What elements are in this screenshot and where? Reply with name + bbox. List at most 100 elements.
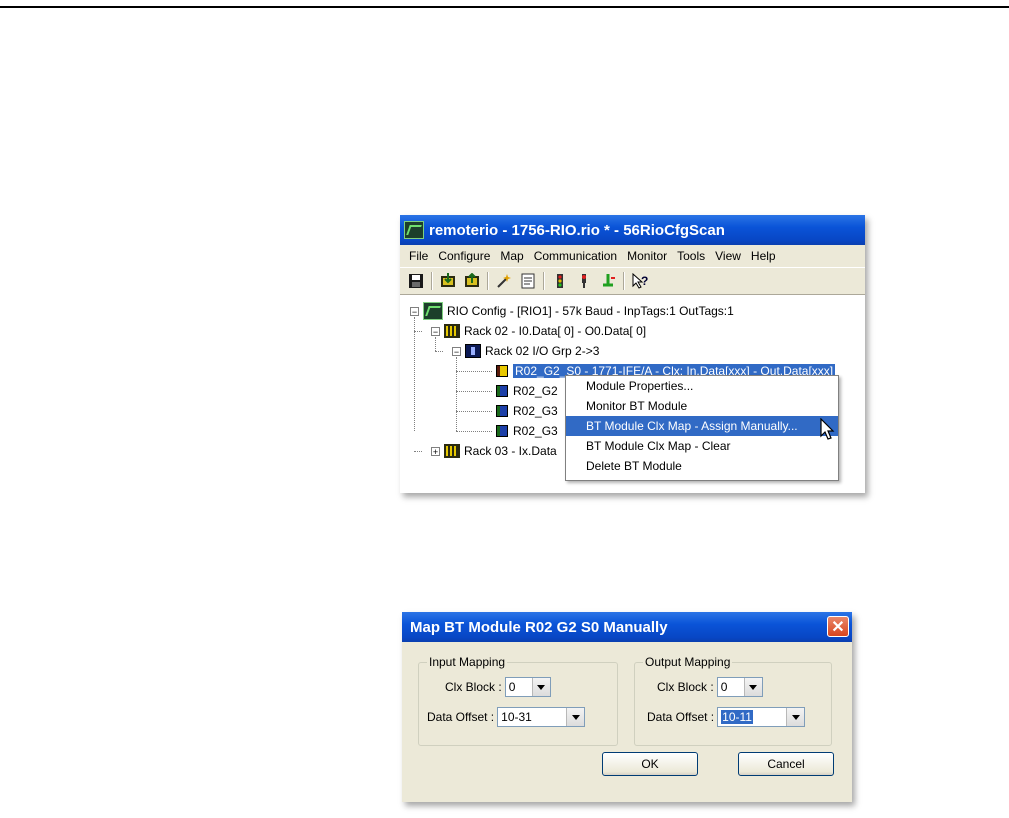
window-titlebar[interactable]: remoterio - 1756-RIO.rio * - 56RioCfgSca… bbox=[400, 215, 865, 245]
tree-node-label: Rack 02 - I0.Data[ 0] - O0.Data[ 0] bbox=[464, 324, 647, 338]
menu-item-module-properties[interactable]: Module Properties... bbox=[566, 376, 838, 396]
toolbar: ? bbox=[400, 267, 865, 295]
window-title: remoterio - 1756-RIO.rio * - 56RioCfgSca… bbox=[429, 221, 725, 239]
toolbar-separator bbox=[623, 272, 625, 290]
input-mapping-legend: Input Mapping bbox=[427, 655, 508, 669]
menu-map[interactable]: Map bbox=[495, 249, 528, 263]
io-group-icon bbox=[465, 344, 481, 358]
close-button[interactable]: ✕ bbox=[827, 616, 849, 637]
chevron-down-icon[interactable] bbox=[743, 678, 762, 696]
menubar: File Configure Map Communication Monitor… bbox=[400, 245, 865, 267]
menu-monitor[interactable]: Monitor bbox=[622, 249, 672, 263]
rack-icon bbox=[444, 324, 460, 338]
tree-node-label: RIO Config - [RIO1] - 57k Baud - InpTags… bbox=[447, 304, 734, 318]
tree-node-module[interactable]: R02_G3 bbox=[496, 402, 558, 420]
bt-module-icon bbox=[496, 365, 508, 377]
output-clx-row: Clx Block : 0 bbox=[657, 677, 763, 697]
map-bt-module-dialog: Map BT Module R02 G2 S0 Manually ✕ Input… bbox=[402, 612, 852, 802]
tree-node-rack03[interactable]: + Rack 03 - Ix.Data bbox=[431, 442, 557, 460]
output-offset-value: 10-11 bbox=[718, 708, 786, 726]
tree-connector bbox=[456, 411, 492, 412]
close-icon: ✕ bbox=[831, 618, 845, 636]
context-menu: Module Properties... Monitor BT Module B… bbox=[565, 375, 839, 481]
wizard-icon[interactable] bbox=[495, 272, 513, 290]
input-clx-select[interactable]: 0 bbox=[504, 677, 551, 697]
page-top-rule bbox=[0, 6, 1009, 8]
output-offset-label: Data Offset : bbox=[647, 710, 715, 724]
input-offset-label: Data Offset : bbox=[427, 710, 495, 724]
input-offset-value: 10-31 bbox=[501, 710, 532, 724]
app-icon bbox=[404, 221, 424, 239]
expand-icon[interactable]: + bbox=[431, 446, 440, 456]
mouse-pointer-icon bbox=[820, 418, 835, 440]
menu-tools[interactable]: Tools bbox=[672, 249, 710, 263]
ok-button[interactable]: OK bbox=[602, 752, 698, 776]
menu-help[interactable]: Help bbox=[746, 249, 781, 263]
monitor-icon[interactable] bbox=[551, 272, 569, 290]
input-offset-select[interactable]: 10-31 bbox=[497, 707, 586, 727]
svg-text:?: ? bbox=[641, 274, 648, 288]
connect-icon[interactable] bbox=[599, 272, 617, 290]
tree-node-module[interactable]: R02_G2 bbox=[496, 382, 558, 400]
output-mapping-legend: Output Mapping bbox=[643, 655, 733, 669]
tree-node-label: R02_G3 bbox=[513, 404, 558, 418]
collapse-icon[interactable]: − bbox=[452, 346, 461, 356]
tree-connector bbox=[414, 331, 422, 332]
tree-node-root[interactable]: − RIO Config - [RIO1] - 57k Baud - InpTa… bbox=[410, 302, 734, 320]
tree-connector bbox=[435, 351, 443, 352]
stoplight-icon[interactable] bbox=[575, 272, 593, 290]
chevron-down-icon[interactable] bbox=[531, 678, 550, 696]
output-offset-row: Data Offset : 10-11 bbox=[647, 707, 806, 727]
bt-module-icon bbox=[496, 405, 508, 417]
menu-view[interactable]: View bbox=[710, 249, 746, 263]
toolbar-separator bbox=[487, 272, 489, 290]
output-offset-selected-text: 10-11 bbox=[721, 710, 753, 724]
output-clx-select[interactable]: 0 bbox=[716, 677, 763, 697]
tree-node-label: Rack 03 - Ix.Data bbox=[464, 444, 557, 458]
tree-node-label: Rack 02 I/O Grp 2->3 bbox=[485, 344, 600, 358]
tree-node-rack02[interactable]: − Rack 02 - I0.Data[ 0] - O0.Data[ 0] bbox=[431, 322, 646, 340]
tree-node-module[interactable]: R02_G3 bbox=[496, 422, 558, 440]
menu-item-clx-map-clear[interactable]: BT Module Clx Map - Clear bbox=[566, 436, 838, 456]
chevron-down-icon[interactable] bbox=[786, 708, 805, 726]
menu-item-monitor-bt-module[interactable]: Monitor BT Module bbox=[566, 396, 838, 416]
tree-connector bbox=[456, 371, 492, 372]
output-clx-label: Clx Block : bbox=[657, 680, 714, 694]
rack-icon bbox=[444, 444, 460, 458]
dialog-titlebar[interactable]: Map BT Module R02 G2 S0 Manually ✕ bbox=[402, 612, 852, 642]
output-clx-value: 0 bbox=[720, 680, 728, 694]
output-offset-select[interactable]: 10-11 bbox=[717, 707, 806, 727]
menu-file[interactable]: File bbox=[404, 249, 433, 263]
save-icon[interactable] bbox=[407, 272, 425, 290]
menu-configure[interactable]: Configure bbox=[433, 249, 495, 263]
input-mapping-group: Input Mapping Clx Block : 0 Data Offset … bbox=[418, 655, 618, 746]
tree-connector bbox=[456, 391, 492, 392]
tree-connector bbox=[456, 431, 492, 432]
tree-node-label: R02_G3 bbox=[513, 424, 558, 438]
output-mapping-group: Output Mapping Clx Block : 0 Data Offset… bbox=[634, 655, 832, 746]
upload-icon[interactable] bbox=[463, 272, 481, 290]
collapse-icon[interactable]: − bbox=[410, 306, 419, 316]
download-icon[interactable] bbox=[439, 272, 457, 290]
input-clx-label: Clx Block : bbox=[445, 680, 502, 694]
menu-communication[interactable]: Communication bbox=[529, 249, 622, 263]
collapse-icon[interactable]: − bbox=[431, 326, 440, 336]
input-clx-row: Clx Block : 0 bbox=[445, 677, 551, 697]
report-icon[interactable] bbox=[519, 272, 537, 290]
menu-item-assign-manually[interactable]: BT Module Clx Map - Assign Manually... bbox=[566, 416, 838, 436]
help-icon[interactable]: ? bbox=[631, 272, 649, 290]
rio-config-icon bbox=[423, 302, 443, 320]
bt-module-icon bbox=[496, 425, 508, 437]
dialog-title: Map BT Module R02 G2 S0 Manually bbox=[410, 618, 668, 636]
input-offset-row: Data Offset : 10-31 bbox=[427, 707, 586, 727]
toolbar-separator bbox=[543, 272, 545, 290]
chevron-down-icon[interactable] bbox=[566, 708, 585, 726]
tree-connector bbox=[456, 357, 457, 431]
tree-connector bbox=[414, 451, 422, 452]
toolbar-separator bbox=[431, 272, 433, 290]
cancel-button[interactable]: Cancel bbox=[738, 752, 834, 776]
tree-node-group[interactable]: − Rack 02 I/O Grp 2->3 bbox=[452, 342, 599, 360]
tree-connector bbox=[414, 317, 415, 431]
menu-item-delete-bt-module[interactable]: Delete BT Module bbox=[566, 456, 838, 476]
tree-node-label: R02_G2 bbox=[513, 384, 558, 398]
